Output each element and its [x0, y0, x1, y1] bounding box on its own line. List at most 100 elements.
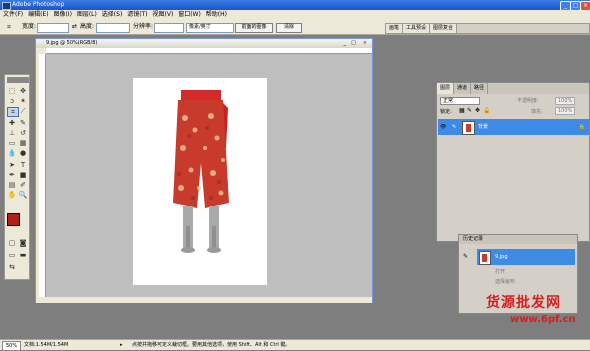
lock-all-icon[interactable]: 🔒 [483, 107, 490, 114]
lock-transparency-icon[interactable]: ▦ [459, 107, 465, 114]
jump-to-imageready-icon[interactable]: ⇆ [7, 263, 17, 271]
tab-brushes[interactable]: 画笔 [386, 24, 404, 33]
width-input[interactable] [37, 23, 69, 33]
layers-panel: 图层 通道 路径 正常 不透明度: 100% 锁定: ▦ ✎ ✥ 🔒 填充: 100… [436, 82, 590, 242]
standard-mode-icon[interactable]: ▢ [7, 239, 17, 247]
palette-well: 画笔 工具预设 图层复合 [385, 23, 590, 34]
hand-tool-icon[interactable]: ✋ [7, 191, 17, 199]
menu-select[interactable]: 选择(S) [102, 10, 123, 19]
magic-wand-icon[interactable]: ✶ [18, 97, 28, 105]
watermark-line1: 货源批发网 [486, 295, 561, 311]
menu-window[interactable]: 窗口(W) [178, 10, 201, 19]
notes-tool-icon[interactable]: ▤ [7, 181, 17, 189]
menu-edit[interactable]: 编辑(E) [28, 10, 48, 19]
blur-tool-icon[interactable]: 💧 [7, 149, 17, 157]
title-bar: Adobe Photoshop _ □ × [0, 0, 590, 11]
fill-label: 填充: [531, 109, 543, 115]
status-bar: 50% 文档:1.54M/1.54M ▸ 点按并拖移可定义裁切框。要用其他选项，… [0, 339, 590, 351]
screen-mode-full-icon[interactable]: ▬ [18, 251, 28, 259]
product-photo-culottes [173, 90, 229, 253]
quick-mask-icon[interactable]: ◙ [18, 239, 28, 247]
doc-close-icon[interactable]: × [363, 39, 367, 48]
width-label: 宽度: [22, 23, 37, 30]
height-label: 高度: [80, 23, 95, 30]
resolution-label: 分辨率: [133, 23, 154, 30]
swap-icon[interactable]: ⇄ [72, 23, 77, 31]
menu-help[interactable]: 帮助(H) [206, 10, 227, 19]
front-image-button[interactable]: 前面的图像 [235, 23, 273, 33]
vertical-ruler[interactable] [39, 54, 46, 297]
eraser-tool-icon[interactable]: ▭ [7, 139, 17, 147]
play-arrow-icon[interactable]: ▸ [120, 340, 123, 351]
marquee-tool-icon[interactable]: ⬚ [7, 87, 17, 95]
healing-brush-icon[interactable]: ✚ [7, 119, 17, 127]
crop-tool-icon[interactable]: ⌗ [4, 23, 14, 31]
resolution-input[interactable] [154, 23, 184, 33]
clone-stamp-icon[interactable]: ⊥ [7, 129, 17, 137]
menu-view[interactable]: 视图(V) [153, 10, 174, 19]
zoom-tool-icon[interactable]: 🔍 [18, 191, 28, 199]
menu-file[interactable]: 文件(F) [3, 10, 23, 19]
fill-value[interactable]: 100% [555, 107, 576, 115]
lock-position-icon[interactable]: ✥ [475, 107, 480, 114]
menu-filter[interactable]: 滤镜(T) [127, 10, 147, 19]
document-title: 9.jpg @ 50%(RGB/8) [46, 40, 98, 46]
menu-layer[interactable]: 图层(L) [77, 10, 97, 19]
tab-layers[interactable]: 图层 [437, 83, 455, 94]
height-input[interactable] [96, 23, 130, 33]
watermark-line2: www.6pf.cn [510, 314, 576, 325]
unit-select[interactable]: 像素/英寸 [186, 23, 234, 33]
snapshot-name: 9.jpg [495, 254, 508, 260]
document-title-bar[interactable]: 9.jpg @ 50%(RGB/8) _ □ × [36, 39, 372, 48]
status-hint: 点按并拖移可定义裁切框。要用其他选项，使用 Shift、Alt 和 Ctrl 键… [132, 342, 291, 348]
layers-panel-tabs: 图层 通道 路径 [437, 83, 589, 94]
document-info[interactable]: 文档:1.54M/1.54M [24, 340, 68, 351]
foreground-color-swatch[interactable] [7, 213, 20, 226]
slice-tool-icon[interactable]: ⟋ [18, 107, 28, 115]
menu-image[interactable]: 图像(I) [53, 10, 71, 19]
doc-minimize-icon[interactable]: _ [344, 39, 347, 48]
menu-bar: 文件(F) 编辑(E) 图像(I) 图层(L) 选择(S) 滤镜(T) 视图(V… [0, 10, 590, 19]
canvas-area[interactable] [46, 54, 372, 297]
layer-row-background[interactable]: 👁 ✎ 背景 🔒 [438, 119, 589, 135]
tab-layer-comps[interactable]: 图层复合 [430, 24, 458, 33]
tab-channels[interactable]: 通道 [454, 83, 472, 94]
history-brush-source-icon[interactable]: ✎ [463, 253, 468, 260]
watermark: 货源批发网 www.6pf.cn [466, 292, 590, 342]
history-panel-tab[interactable]: 历史记录 [459, 235, 577, 244]
history-brush-icon[interactable]: ↺ [18, 129, 28, 137]
tools-panel: ⬚ ✥ ↄ ✶ ⌗ ⟋ ✚ ✎ ⊥ ↺ ▭ ▦ 💧 ● ➤ T ✒ ■ ▤ ✐ … [4, 74, 30, 280]
history-snapshot-row[interactable]: 9.jpg [477, 249, 575, 265]
clear-button[interactable]: 清除 [276, 23, 302, 33]
path-selection-icon[interactable]: ➤ [7, 161, 17, 169]
screen-mode-standard-icon[interactable]: ▭ [7, 251, 17, 259]
eyedropper-icon[interactable]: ✐ [18, 181, 28, 189]
layer-name: 背景 [478, 124, 489, 130]
layer-brush-icon: ✎ [452, 124, 457, 130]
opacity-label: 不透明度: [517, 98, 539, 104]
lock-label: 锁定: [440, 109, 452, 115]
window-title: Adobe Photoshop [12, 1, 65, 8]
doc-maximize-icon[interactable]: □ [351, 39, 356, 48]
gradient-tool-icon[interactable]: ▦ [18, 139, 28, 147]
layer-lock-icon: 🔒 [578, 124, 585, 130]
blend-mode-select[interactable]: 正常 [440, 97, 480, 105]
move-tool-icon[interactable]: ✥ [18, 87, 28, 95]
history-item-open[interactable]: 打开 [477, 267, 575, 277]
pen-tool-icon[interactable]: ✒ [7, 171, 17, 179]
history-item-select-canvas[interactable]: 选择画布 [477, 277, 575, 287]
document-image[interactable] [133, 78, 267, 285]
type-tool-icon[interactable]: T [18, 161, 28, 169]
layer-thumbnail [462, 121, 475, 135]
layer-visibility-eye-icon[interactable]: 👁 [440, 119, 446, 135]
brush-tool-icon[interactable]: ✎ [18, 119, 28, 127]
lasso-tool-icon[interactable]: ↄ [7, 97, 17, 105]
photoshop-app-icon [2, 2, 11, 10]
tab-paths[interactable]: 路径 [471, 83, 489, 94]
tools-header [7, 77, 29, 83]
lock-image-icon[interactable]: ✎ [467, 107, 472, 114]
shape-tool-icon[interactable]: ■ [18, 171, 28, 179]
opacity-value[interactable]: 100% [555, 97, 576, 105]
tab-tool-presets[interactable]: 工具预设 [403, 24, 431, 33]
dodge-tool-icon[interactable]: ● [18, 149, 28, 157]
